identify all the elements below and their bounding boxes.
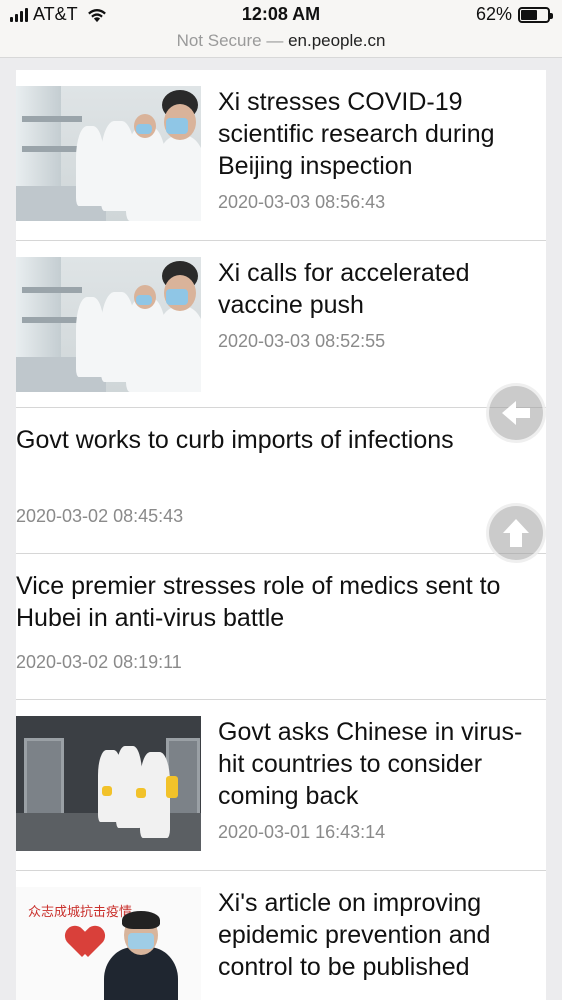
article-thumbnail[interactable]: 众志成城抗击疫情 [16,887,201,1000]
news-item[interactable]: 众志成城抗击疫情 Xi's article on improving epide… [16,871,546,1000]
up-arrow-icon [503,519,529,547]
news-list: Xi stresses COVID-19 scientific research… [16,70,546,1000]
url-host: en.people.cn [288,31,386,50]
battery-percent: 62% [475,4,512,24]
article-title[interactable]: Xi's article on improving epidemic preve… [218,887,540,983]
article-date: 2020-03-02 08:45:43 [16,506,184,526]
article-title[interactable]: Govt asks Chinese in virus-hit countries… [218,716,540,812]
battery-group: 62% [475,4,553,25]
news-item[interactable]: Xi stresses COVID-19 scientific research… [16,70,546,241]
article-title[interactable]: Vice premier stresses role of medics sen… [16,554,546,634]
url-bar[interactable]: Not Secure — en.people.cn [0,28,562,58]
article-title[interactable]: Govt works to curb imports of infections [16,408,546,456]
back-arrow-icon [502,401,530,425]
heart-icon [68,927,102,957]
article-thumbnail[interactable] [16,716,201,851]
article-thumbnail[interactable] [16,86,201,221]
status-bar: AT&T 12:08 AM 62% [0,0,562,28]
news-item[interactable]: Govt works to curb imports of infections… [16,408,546,554]
battery-fill [521,9,538,20]
article-date: 2020-03-01 16:43:14 [218,822,386,842]
back-button[interactable] [486,383,546,443]
scroll-top-button[interactable] [486,503,546,563]
poster-caption: 众志成城抗击疫情 [28,905,133,920]
url-separator: — [261,31,289,50]
battery-icon [518,6,553,23]
news-item[interactable]: Xi calls for accelerated vaccine push 20… [16,241,546,408]
article-title[interactable]: Xi stresses COVID-19 scientific research… [218,86,540,182]
article-date: 2020-03-02 08:19:11 [16,652,182,672]
security-label: Not Secure [176,31,262,50]
news-item[interactable]: Vice premier stresses role of medics sen… [16,554,546,700]
news-item[interactable]: Govt asks Chinese in virus-hit countries… [16,700,546,871]
article-date: 2020-03-03 08:56:43 [218,192,386,212]
article-thumbnail[interactable] [16,257,201,392]
article-date: 2020-03-03 08:52:55 [218,331,386,351]
article-title[interactable]: Xi calls for accelerated vaccine push [218,257,540,321]
